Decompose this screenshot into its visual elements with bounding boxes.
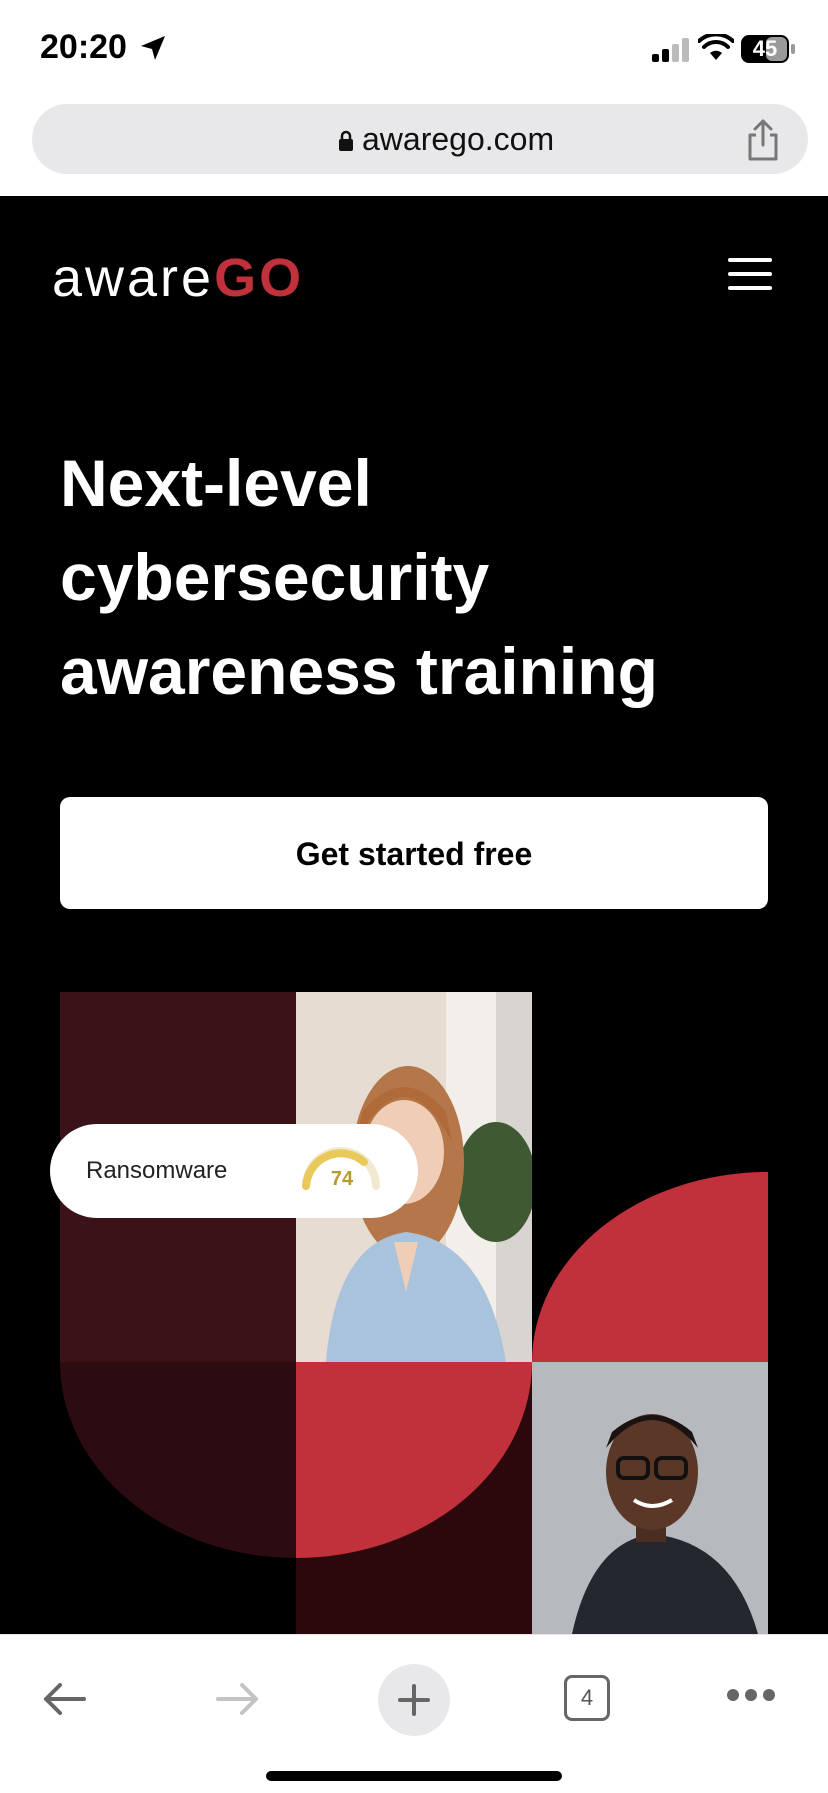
address-bar[interactable]: awarego.com — [32, 104, 808, 174]
wifi-icon — [698, 34, 734, 60]
awarego-logo[interactable]: awareGO — [52, 248, 304, 308]
tab-switcher-button[interactable]: 4 — [564, 1675, 610, 1721]
ransomware-score-card: Ransomware 74 — [50, 1124, 418, 1218]
battery-level: 45 — [752, 36, 778, 61]
cellular-signal-icon — [652, 38, 689, 62]
browser-toolbar: 4 — [0, 1634, 828, 1793]
hero-section: awareGO Next-level cybersecurity awarene… — [0, 196, 828, 1634]
logo-text-go: GO — [214, 248, 305, 308]
score-value: 74 — [330, 1168, 354, 1190]
hamburger-menu-icon[interactable] — [728, 258, 772, 290]
home-indicator — [266, 1771, 562, 1781]
back-arrow-icon[interactable] — [40, 1679, 88, 1719]
score-card-label: Ransomware — [86, 1157, 228, 1184]
more-options-icon[interactable] — [726, 1687, 776, 1703]
status-bar: 20:20 45 — [0, 0, 828, 96]
get-started-free-button[interactable]: Get started free — [60, 797, 768, 909]
browser-address-area: awarego.com — [0, 96, 828, 196]
lock-icon — [339, 130, 353, 151]
logo-text-aware: aware — [52, 248, 215, 308]
headline-line-1: Next-level — [60, 446, 372, 520]
headline-line-3: awareness training — [60, 634, 658, 708]
location-arrow-icon — [141, 36, 165, 60]
url-text: awarego.com — [362, 121, 555, 157]
status-time: 20:20 — [40, 28, 127, 66]
new-tab-button[interactable] — [378, 1664, 450, 1736]
headline-line-2: cybersecurity — [60, 540, 490, 614]
hero-illustration — [60, 992, 768, 1634]
forward-arrow-icon[interactable] — [214, 1679, 262, 1719]
share-icon[interactable] — [744, 118, 782, 162]
hero-headline: Next-level cybersecurity awareness train… — [60, 436, 780, 718]
plus-icon — [398, 1684, 430, 1716]
man-photo — [532, 1362, 768, 1634]
